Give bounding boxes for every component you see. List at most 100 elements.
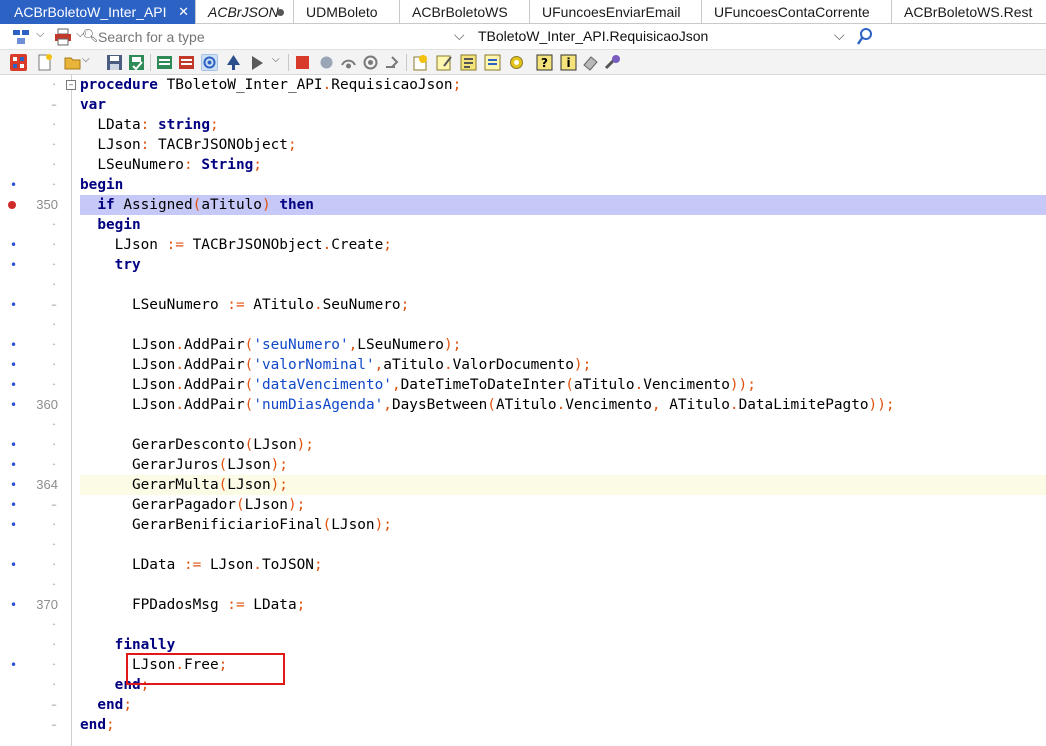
gutter-cell[interactable]: – (0, 715, 72, 735)
gutter-cell[interactable]: • · (0, 335, 72, 355)
print-icon[interactable] (54, 28, 72, 46)
code-line[interactable] (0, 315, 1046, 335)
executable-line-marker-icon[interactable]: • (10, 295, 18, 315)
help-icon[interactable]: ? (536, 54, 553, 71)
gutter-cell[interactable]: · (0, 675, 72, 695)
code-line[interactable] (0, 255, 1046, 275)
tasks-icon[interactable] (484, 54, 501, 71)
gutter-cell[interactable]: • · (0, 255, 72, 275)
code-line[interactable] (0, 95, 1046, 115)
gutter-cell[interactable]: • · (0, 435, 72, 455)
gutter-cell[interactable]: • · (0, 355, 72, 375)
gutter-cell[interactable]: • – (0, 495, 72, 515)
breakpoint-icon[interactable] (460, 54, 477, 71)
gutter-cell[interactable]: · (0, 115, 72, 135)
tab-acbrboletows[interactable]: ACBrBoletoWS (400, 0, 530, 24)
chevron-down-icon[interactable]: ⌵ (82, 54, 99, 71)
code-line[interactable] (0, 695, 1046, 715)
project-icon[interactable] (156, 54, 173, 71)
gutter-cell[interactable]: – (0, 95, 72, 115)
close-icon[interactable]: ✕ (178, 0, 189, 24)
executable-line-marker-icon[interactable]: • (10, 175, 18, 195)
gutter-cell[interactable]: · (0, 635, 72, 655)
executable-line-marker-icon[interactable]: • (10, 655, 18, 675)
breakpoint-icon[interactable] (8, 201, 16, 209)
gutter-cell[interactable]: · (0, 575, 72, 595)
gutter-cell[interactable]: · (0, 535, 72, 555)
watch-icon[interactable] (436, 54, 453, 71)
gutter-cell[interactable]: • – (0, 295, 72, 315)
new-file-icon[interactable] (36, 54, 53, 71)
step-over-icon[interactable] (318, 54, 335, 71)
gutter-cell[interactable]: • · (0, 555, 72, 575)
chevron-down-icon[interactable]: ⌵ (454, 28, 465, 44)
code-line[interactable] (0, 615, 1046, 635)
tab-ufuncoescontacorrente[interactable]: UFuncoesContaCorrente (702, 0, 892, 24)
tab-udmboleto[interactable]: UDMBoleto (294, 0, 400, 24)
gutter-cell[interactable]: 350 (0, 195, 72, 215)
gutter-cell[interactable]: • · (0, 655, 72, 675)
tools-icon[interactable] (604, 54, 621, 71)
structure-view-icon[interactable] (12, 28, 30, 46)
executable-line-marker-icon[interactable]: • (10, 335, 18, 355)
gutter-cell[interactable]: • 370 (0, 595, 72, 615)
evaluate-icon[interactable] (412, 54, 429, 71)
code-line[interactable] (0, 575, 1046, 595)
gutter-cell[interactable]: · (0, 315, 72, 335)
code-line[interactable] (0, 175, 1046, 195)
structure-icon[interactable] (10, 54, 27, 71)
executable-line-marker-icon[interactable]: • (10, 555, 18, 575)
tab-acbrboletow-inter-api[interactable]: ACBrBoletoW_Inter_API ✕ (0, 0, 196, 24)
code-line[interactable] (0, 275, 1046, 295)
executable-line-marker-icon[interactable]: • (10, 355, 18, 375)
gutter-cell[interactable]: · – (0, 75, 76, 95)
code-line[interactable] (0, 535, 1046, 555)
executable-line-marker-icon[interactable]: • (10, 255, 18, 275)
executable-line-marker-icon[interactable]: • (10, 375, 18, 395)
gutter-cell[interactable]: • 360 (0, 395, 72, 415)
fold-toggle-icon[interactable]: – (66, 80, 76, 90)
executable-line-marker-icon[interactable]: • (10, 235, 18, 255)
trace-into-icon[interactable] (340, 54, 357, 71)
gutter-cell[interactable]: · (0, 215, 72, 235)
gutter-cell[interactable]: • · (0, 175, 72, 195)
gutter-cell[interactable]: • · (0, 455, 72, 475)
search-input[interactable] (78, 26, 448, 48)
gutter-cell[interactable]: • · (0, 235, 72, 255)
code-line[interactable] (0, 675, 1046, 695)
open-folder-icon[interactable] (64, 54, 81, 71)
save-all-icon[interactable] (128, 54, 145, 71)
gutter-cell[interactable]: • 364 (0, 475, 72, 495)
chevron-down-icon[interactable]: ⌵ (834, 28, 845, 44)
debug-icon[interactable] (201, 54, 218, 71)
gutter-cell[interactable]: · (0, 155, 72, 175)
code-editor[interactable]: · – procedure TBoletoW_Inter_API.Requisica… (0, 75, 1046, 746)
gutter-cell[interactable]: · (0, 415, 72, 435)
tab-acbrboletows-rest[interactable]: ACBrBoletoWS.Rest (892, 0, 1046, 24)
stop-icon[interactable] (294, 54, 311, 71)
save-icon[interactable] (106, 54, 123, 71)
gutter-cell[interactable]: – (0, 695, 72, 715)
pause-icon[interactable] (249, 54, 266, 71)
step-out-icon[interactable] (384, 54, 401, 71)
gutter-cell[interactable]: · (0, 135, 72, 155)
options-icon[interactable] (508, 54, 525, 71)
gutter-cell[interactable]: • · (0, 375, 72, 395)
build-icon[interactable] (178, 54, 195, 71)
code-line[interactable] (0, 415, 1046, 435)
info-icon[interactable]: i (560, 54, 577, 71)
tab-ufuncoesenviaremail[interactable]: UFuncoesEnviarEmail (530, 0, 702, 24)
executable-line-marker-icon[interactable]: • (10, 495, 18, 515)
gutter-cell[interactable]: · (0, 275, 72, 295)
eraser-icon[interactable] (582, 54, 599, 71)
executable-line-marker-icon[interactable]: • (10, 515, 18, 535)
chevron-down-icon[interactable]: ⌵ (36, 27, 44, 41)
tab-acbrjson[interactable]: ACBrJSON (196, 0, 294, 24)
find-method-icon[interactable] (857, 28, 873, 46)
run-icon[interactable] (225, 54, 242, 71)
chevron-down-icon[interactable]: ⌵ (272, 54, 289, 71)
gutter-cell[interactable]: · (0, 615, 72, 635)
code-line[interactable] (0, 215, 1046, 235)
gutter-cell[interactable]: • · (0, 515, 72, 535)
method-selector[interactable]: TBoletoW_Inter_API.RequisicaoJson (478, 28, 708, 44)
